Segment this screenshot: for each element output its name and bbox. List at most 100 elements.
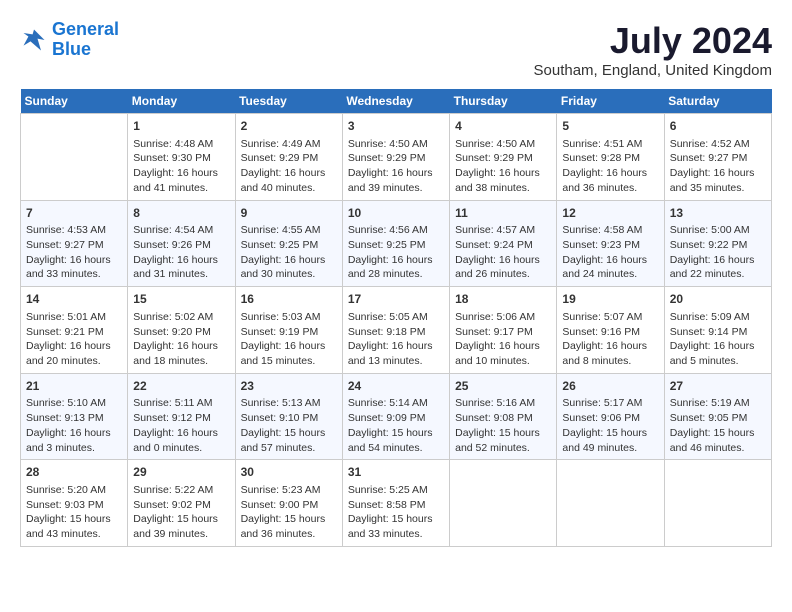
- day-info: Sunrise: 5:00 AM Sunset: 9:22 PM Dayligh…: [670, 223, 766, 282]
- day-number: 27: [670, 378, 766, 395]
- day-cell: 15Sunrise: 5:02 AM Sunset: 9:20 PM Dayli…: [128, 287, 235, 374]
- week-row-3: 14 Sunrise: 5:01 AM Sunset: 9:21 PM Dayli…: [21, 287, 772, 374]
- header-row: SundayMondayTuesdayWednesdayThursdayFrid…: [21, 89, 772, 114]
- day-number: 25: [455, 378, 551, 395]
- week-row-4: 21Sunrise: 5:10 AM Sunset: 9:13 PM Dayli…: [21, 373, 772, 460]
- day-number: 7: [26, 205, 122, 222]
- day-number: 4: [455, 118, 551, 135]
- day-info: Sunrise: 5:17 AM Sunset: 9:06 PM Dayligh…: [562, 396, 658, 455]
- day-cell: 23Sunrise: 5:13 AM Sunset: 9:10 PM Dayli…: [235, 373, 342, 460]
- day-number: 21: [26, 378, 122, 395]
- day-cell: 8Sunrise: 4:54 AM Sunset: 9:26 PM Daylig…: [128, 200, 235, 287]
- day-number: 22: [133, 378, 229, 395]
- day-info: Sunrise: 4:50 AM Sunset: 9:29 PM Dayligh…: [348, 137, 444, 196]
- day-cell: 20 Sunrise: 5:09 AM Sunset: 9:14 PM Dayli…: [664, 287, 771, 374]
- day-info: Sunrise: 5:23 AM Sunset: 9:00 PM Dayligh…: [241, 483, 337, 542]
- month-title: July 2024: [534, 20, 772, 62]
- day-number: 14: [26, 291, 122, 308]
- day-cell: 6 Sunrise: 4:52 AM Sunset: 9:27 PM Daylig…: [664, 114, 771, 201]
- day-cell: 28 Sunrise: 5:20 AM Sunset: 9:03 PM Dayli…: [21, 460, 128, 547]
- day-number: 23: [241, 378, 337, 395]
- logo-text: General Blue: [52, 20, 119, 60]
- day-cell: 29 Sunrise: 5:22 AM Sunset: 9:02 PM Dayli…: [128, 460, 235, 547]
- day-info: Sunrise: 4:55 AM Sunset: 9:25 PM Dayligh…: [241, 223, 337, 282]
- day-number: 13: [670, 205, 766, 222]
- col-header-wednesday: Wednesday: [342, 89, 449, 114]
- day-number: 18: [455, 291, 551, 308]
- day-cell: [21, 114, 128, 201]
- day-info: Sunrise: 4:58 AM Sunset: 9:23 PM Dayligh…: [562, 223, 658, 282]
- day-cell: 9Sunrise: 4:55 AM Sunset: 9:25 PM Daylig…: [235, 200, 342, 287]
- day-number: 5: [562, 118, 658, 135]
- day-cell: 21Sunrise: 5:10 AM Sunset: 9:13 PM Dayli…: [21, 373, 128, 460]
- day-number: 29: [133, 464, 229, 481]
- day-number: 1: [133, 118, 229, 135]
- day-cell: [557, 460, 664, 547]
- day-cell: 31 Sunrise: 5:25 AM Sunset: 8:58 PM Dayli…: [342, 460, 449, 547]
- day-info: Sunrise: 5:02 AM Sunset: 9:20 PM Dayligh…: [133, 310, 229, 369]
- day-number: 31: [348, 464, 444, 481]
- day-cell: 4 Sunrise: 4:50 AM Sunset: 9:29 PM Daylig…: [450, 114, 557, 201]
- day-info: Sunrise: 5:06 AM Sunset: 9:17 PM Dayligh…: [455, 310, 551, 369]
- day-number: 20: [670, 291, 766, 308]
- day-info: Sunrise: 5:09 AM Sunset: 9:14 PM Dayligh…: [670, 310, 766, 369]
- day-info: Sunrise: 4:54 AM Sunset: 9:26 PM Dayligh…: [133, 223, 229, 282]
- day-number: 30: [241, 464, 337, 481]
- day-cell: 19Sunrise: 5:07 AM Sunset: 9:16 PM Dayli…: [557, 287, 664, 374]
- day-cell: 14 Sunrise: 5:01 AM Sunset: 9:21 PM Dayli…: [21, 287, 128, 374]
- day-cell: 18 Sunrise: 5:06 AM Sunset: 9:17 PM Dayli…: [450, 287, 557, 374]
- day-number: 8: [133, 205, 229, 222]
- day-info: Sunrise: 4:50 AM Sunset: 9:29 PM Dayligh…: [455, 137, 551, 196]
- calendar-table: SundayMondayTuesdayWednesdayThursdayFrid…: [20, 89, 772, 547]
- day-number: 6: [670, 118, 766, 135]
- col-header-monday: Monday: [128, 89, 235, 114]
- day-number: 19: [562, 291, 658, 308]
- day-info: Sunrise: 4:52 AM Sunset: 9:27 PM Dayligh…: [670, 137, 766, 196]
- day-number: 9: [241, 205, 337, 222]
- logo-icon: [20, 26, 48, 54]
- day-info: Sunrise: 4:56 AM Sunset: 9:25 PM Dayligh…: [348, 223, 444, 282]
- week-row-1: 1 Sunrise: 4:48 AM Sunset: 9:30 PM Daylig…: [21, 114, 772, 201]
- day-cell: 3Sunrise: 4:50 AM Sunset: 9:29 PM Daylig…: [342, 114, 449, 201]
- col-header-saturday: Saturday: [664, 89, 771, 114]
- week-row-5: 28 Sunrise: 5:20 AM Sunset: 9:03 PM Dayli…: [21, 460, 772, 547]
- day-info: Sunrise: 4:53 AM Sunset: 9:27 PM Dayligh…: [26, 223, 122, 282]
- day-cell: 27Sunrise: 5:19 AM Sunset: 9:05 PM Dayli…: [664, 373, 771, 460]
- day-info: Sunrise: 4:51 AM Sunset: 9:28 PM Dayligh…: [562, 137, 658, 196]
- day-info: Sunrise: 5:01 AM Sunset: 9:21 PM Dayligh…: [26, 310, 122, 369]
- day-info: Sunrise: 5:22 AM Sunset: 9:02 PM Dayligh…: [133, 483, 229, 542]
- day-cell: 13Sunrise: 5:00 AM Sunset: 9:22 PM Dayli…: [664, 200, 771, 287]
- day-number: 17: [348, 291, 444, 308]
- day-number: 26: [562, 378, 658, 395]
- title-block: July 2024 Southam, England, United Kingd…: [534, 20, 772, 79]
- day-cell: 12Sunrise: 4:58 AM Sunset: 9:23 PM Dayli…: [557, 200, 664, 287]
- day-number: 28: [26, 464, 122, 481]
- day-number: 12: [562, 205, 658, 222]
- day-number: 24: [348, 378, 444, 395]
- col-header-tuesday: Tuesday: [235, 89, 342, 114]
- day-number: 2: [241, 118, 337, 135]
- page-header: General Blue July 2024 Southam, England,…: [20, 20, 772, 79]
- day-info: Sunrise: 5:11 AM Sunset: 9:12 PM Dayligh…: [133, 396, 229, 455]
- day-info: Sunrise: 5:03 AM Sunset: 9:19 PM Dayligh…: [241, 310, 337, 369]
- col-header-sunday: Sunday: [21, 89, 128, 114]
- day-cell: 1 Sunrise: 4:48 AM Sunset: 9:30 PM Daylig…: [128, 114, 235, 201]
- day-info: Sunrise: 5:20 AM Sunset: 9:03 PM Dayligh…: [26, 483, 122, 542]
- day-number: 10: [348, 205, 444, 222]
- day-cell: 7Sunrise: 4:53 AM Sunset: 9:27 PM Daylig…: [21, 200, 128, 287]
- location-subtitle: Southam, England, United Kingdom: [534, 62, 772, 79]
- day-number: 11: [455, 205, 551, 222]
- day-info: Sunrise: 5:25 AM Sunset: 8:58 PM Dayligh…: [348, 483, 444, 542]
- day-cell: 10Sunrise: 4:56 AM Sunset: 9:25 PM Dayli…: [342, 200, 449, 287]
- day-cell: 17Sunrise: 5:05 AM Sunset: 9:18 PM Dayli…: [342, 287, 449, 374]
- day-cell: 11Sunrise: 4:57 AM Sunset: 9:24 PM Dayli…: [450, 200, 557, 287]
- day-info: Sunrise: 4:48 AM Sunset: 9:30 PM Dayligh…: [133, 137, 229, 196]
- week-row-2: 7Sunrise: 4:53 AM Sunset: 9:27 PM Daylig…: [21, 200, 772, 287]
- col-header-thursday: Thursday: [450, 89, 557, 114]
- day-info: Sunrise: 5:10 AM Sunset: 9:13 PM Dayligh…: [26, 396, 122, 455]
- col-header-friday: Friday: [557, 89, 664, 114]
- logo: General Blue: [20, 20, 119, 60]
- day-cell: 30 Sunrise: 5:23 AM Sunset: 9:00 PM Dayli…: [235, 460, 342, 547]
- day-cell: 22Sunrise: 5:11 AM Sunset: 9:12 PM Dayli…: [128, 373, 235, 460]
- day-info: Sunrise: 5:13 AM Sunset: 9:10 PM Dayligh…: [241, 396, 337, 455]
